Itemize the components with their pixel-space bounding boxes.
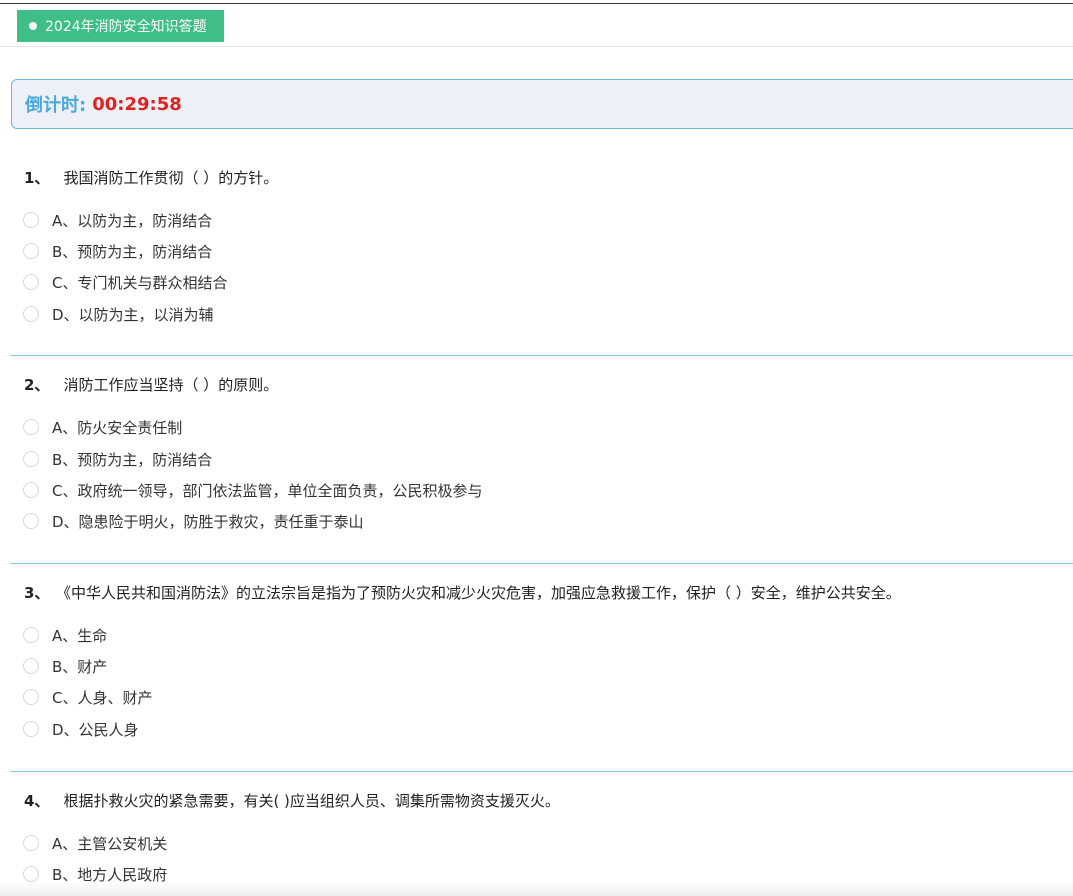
- option-label: B、预防为主，防消结合: [52, 450, 213, 469]
- option-b[interactable]: B、财产: [23, 656, 107, 676]
- radio-button[interactable]: [23, 866, 39, 882]
- question-number: 3、: [24, 584, 50, 602]
- radio-button[interactable]: [23, 243, 39, 259]
- option-b[interactable]: B、预防为主，防消结合: [23, 449, 212, 469]
- question-title: 2、 消防工作应当坚持（ ）的原则。: [24, 374, 278, 395]
- radio-button[interactable]: [23, 212, 39, 228]
- radio-button[interactable]: [23, 513, 39, 529]
- question-number: 2、: [24, 376, 50, 394]
- option-label: C、政府统一领导，部门依法监管，单位全面负责，公民积极参与: [52, 481, 483, 500]
- option-label: D、隐患险于明火，防胜于救灾，责任重于泰山: [52, 512, 364, 531]
- question-title: 4、 根据扑救火灾的紧急需要，有关( )应当组织人员、调集所需物资支援灭火。: [24, 790, 560, 811]
- countdown-label: 倒计时:: [25, 95, 87, 116]
- radio-button[interactable]: [23, 451, 39, 467]
- question-number: 1、: [24, 169, 50, 187]
- option-d[interactable]: D、隐患险于明火，防胜于救灾，责任重于泰山: [23, 511, 364, 531]
- radio-button[interactable]: [23, 419, 39, 435]
- question-title: 1、 我国消防工作贯彻（ ）的方针。: [24, 167, 278, 188]
- option-label: C、人身、财产: [52, 688, 153, 707]
- radio-button[interactable]: [23, 721, 39, 737]
- radio-button[interactable]: [23, 482, 39, 498]
- question-divider: [11, 563, 1073, 564]
- quiz-title: 2024年消防安全知识答题: [45, 19, 207, 35]
- header-bar: 2024年消防安全知识答题: [0, 4, 1073, 47]
- question-divider: [11, 355, 1073, 356]
- option-c[interactable]: C、政府统一领导，部门依法监管，单位全面负责，公民积极参与: [23, 480, 482, 500]
- question-text: 消防工作应当坚持（ ）的原则。: [63, 376, 279, 394]
- radio-button[interactable]: [23, 274, 39, 290]
- option-label: A、防火安全责任制: [52, 418, 183, 437]
- question-text: 《中华人民共和国消防法》的立法宗旨是指为了预防火灾和减少火灾危害，加强应急救援工…: [63, 584, 901, 602]
- dot-icon: [29, 22, 37, 30]
- radio-button[interactable]: [23, 658, 39, 674]
- question-divider: [11, 771, 1073, 772]
- option-label: B、地方人民政府: [52, 865, 168, 884]
- option-d[interactable]: D、公民人身: [23, 719, 139, 739]
- countdown-panel: 倒计时: 00:29:58: [11, 79, 1073, 129]
- option-label: D、公民人身: [52, 720, 139, 739]
- option-c[interactable]: C、人身、财产: [23, 687, 152, 707]
- radio-button[interactable]: [23, 306, 39, 322]
- option-a[interactable]: A、主管公安机关: [23, 833, 167, 853]
- option-label: D、以防为主，以消为辅: [52, 305, 214, 324]
- option-c[interactable]: C、专门机关与群众相结合: [23, 272, 227, 292]
- option-d[interactable]: D、以防为主，以消为辅: [23, 304, 214, 324]
- option-b[interactable]: B、预防为主，防消结合: [23, 241, 212, 261]
- option-a[interactable]: A、防火安全责任制: [23, 417, 182, 437]
- radio-button[interactable]: [23, 835, 39, 851]
- option-a[interactable]: A、生命: [23, 625, 107, 645]
- question-text: 我国消防工作贯彻（ ）的方针。: [63, 169, 279, 187]
- question-title: 3、 《中华人民共和国消防法》的立法宗旨是指为了预防火灾和减少火灾危害，加强应急救…: [24, 582, 901, 603]
- option-label: C、专门机关与群众相结合: [52, 273, 228, 292]
- option-label: A、以防为主，防消结合: [52, 211, 213, 230]
- option-label: B、预防为主，防消结合: [52, 242, 213, 261]
- option-label: A、生命: [52, 626, 108, 645]
- option-a[interactable]: A、以防为主，防消结合: [23, 210, 212, 230]
- option-label: B、财产: [52, 657, 108, 676]
- question-text: 根据扑救火灾的紧急需要，有关( )应当组织人员、调集所需物资支援灭火。: [63, 792, 560, 810]
- countdown-value: 00:29:58: [92, 93, 182, 115]
- option-b[interactable]: B、地方人民政府: [23, 864, 167, 884]
- option-label: A、主管公安机关: [52, 834, 168, 853]
- quiz-title-badge: 2024年消防安全知识答题: [17, 10, 224, 42]
- radio-button[interactable]: [23, 627, 39, 643]
- radio-button[interactable]: [23, 689, 39, 705]
- question-number: 4、: [24, 792, 50, 810]
